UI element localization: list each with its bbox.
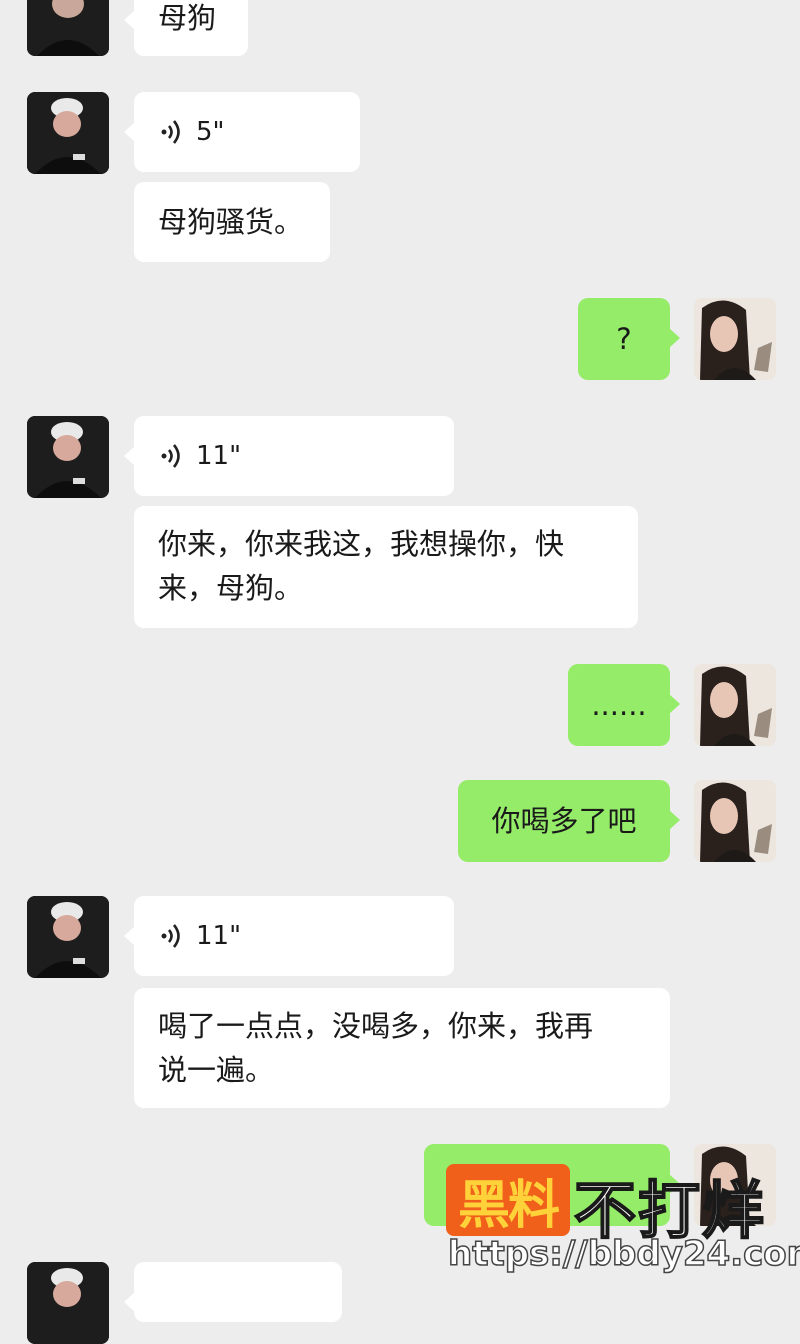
user-avatar[interactable]	[694, 780, 776, 862]
voice-duration: 11"	[196, 441, 242, 471]
message-bubble[interactable]	[124, 1262, 342, 1322]
message-text: 母狗骚货。	[158, 205, 304, 239]
user-avatar[interactable]	[694, 664, 776, 746]
user-avatar[interactable]	[694, 298, 776, 380]
voice-message-bubble[interactable]: 5"	[124, 92, 360, 172]
voice-wave-icon	[161, 924, 180, 948]
message-text-line: 你来，你来我这，我想操你，快	[158, 527, 565, 561]
sent-message-bubble[interactable]: ?	[578, 298, 680, 380]
voice-duration: 5"	[196, 117, 225, 147]
sent-message-bubble[interactable]: ......	[568, 664, 680, 746]
message-bubble[interactable]: 母狗骚货。	[134, 182, 330, 262]
message-text: 你喝多了吧	[491, 804, 637, 838]
message-text: 母狗	[158, 1, 217, 35]
message-text-line: 喝了一点点，没喝多，你来，我再	[158, 1009, 594, 1043]
voice-message-bubble[interactable]: 11"	[124, 416, 454, 496]
message-bubble[interactable]: 你来，你来我这，我想操你，快 来，母狗。	[134, 506, 638, 628]
watermark-url: https://bbdy24.com	[447, 1233, 800, 1275]
voice-wave-icon	[161, 120, 180, 144]
watermark: 黑料 不打烊 https://bbdy24.com	[440, 1158, 800, 1283]
voice-message-bubble[interactable]: 11"	[124, 896, 454, 976]
sent-message-bubble[interactable]: 你喝多了吧	[458, 780, 680, 862]
message-text-line: 来，母狗。	[158, 571, 304, 605]
watermark-badge: 黑料	[446, 1164, 570, 1236]
message-bubble[interactable]: 喝了一点点，没喝多，你来，我再 说一遍。	[134, 988, 670, 1108]
message-bubble[interactable]: 母狗	[124, 0, 248, 56]
contact-avatar[interactable]	[27, 896, 109, 978]
contact-avatar[interactable]	[27, 92, 109, 174]
contact-avatar[interactable]	[27, 1262, 109, 1344]
message-text-line: 说一遍。	[158, 1053, 275, 1087]
message-text: ?	[616, 322, 632, 356]
contact-avatar[interactable]	[27, 416, 109, 498]
voice-duration: 11"	[196, 921, 242, 951]
voice-wave-icon	[161, 444, 180, 468]
message-text: ......	[591, 688, 647, 722]
contact-avatar[interactable]	[27, 0, 109, 56]
